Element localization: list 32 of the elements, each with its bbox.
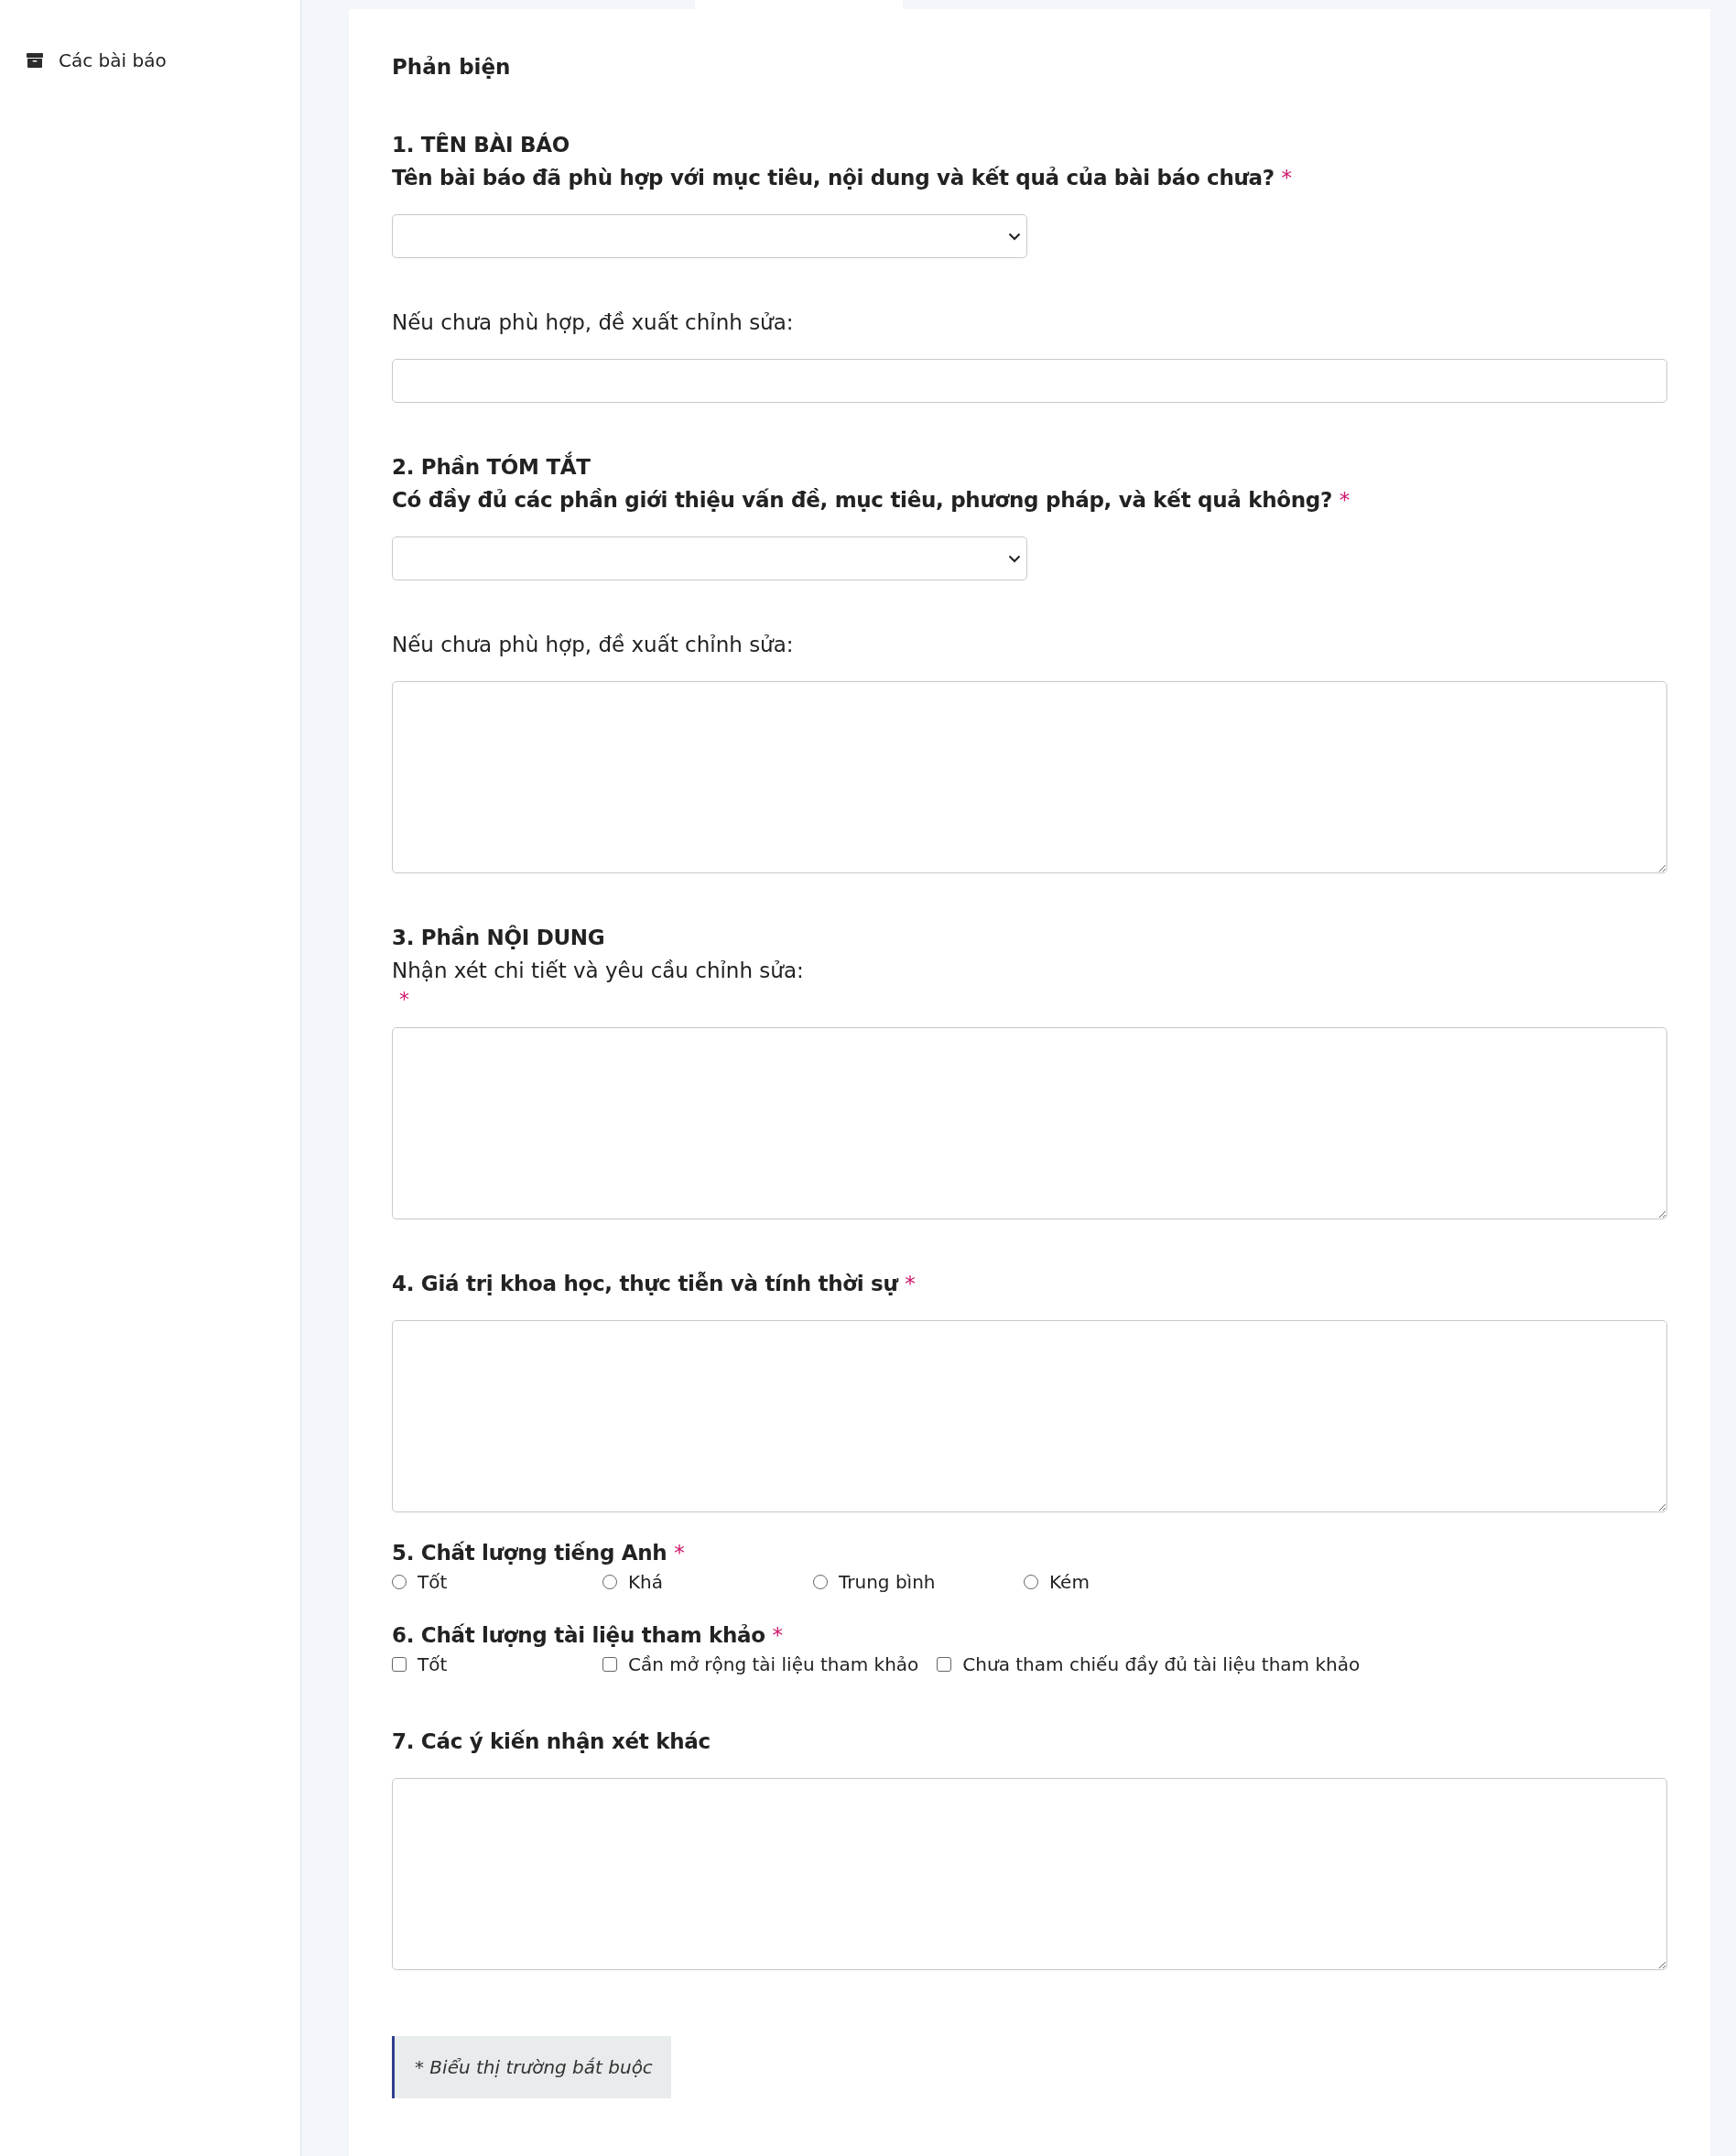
section-heading: 5. Chất lượng tiếng Anh * [392, 1540, 686, 1566]
section-heading: 3. Phần NỘI DUNG [392, 924, 606, 951]
radio-option[interactable]: Khá [602, 1569, 813, 1595]
radio-option[interactable]: Trung bình [813, 1569, 1024, 1595]
section-heading: 4. Giá trị khoa học, thực tiễn và tính thời sự * [392, 1271, 917, 1297]
section-heading: 6. Chất lượng tài liệu tham khảo * [392, 1622, 784, 1649]
archive-box-icon [27, 53, 43, 68]
checkbox-option[interactable]: Tốt [392, 1652, 602, 1677]
section-heading: 7. Các ý kiến nhận xét khác [392, 1728, 711, 1755]
checkbox-option[interactable]: Cần mở rộng tài liệu tham khảo [602, 1652, 938, 1677]
form-title: Phản biện [392, 54, 512, 81]
dropdown-field[interactable] [392, 214, 1027, 258]
text-field[interactable] [392, 359, 1667, 403]
dropdown-field[interactable] [392, 536, 1027, 580]
required-note: * Biểu thị trường bắt buộc [392, 2036, 671, 2098]
question-text: Có đầy đủ các phần giới thiệu vấn đề, mục tiêu, phương pháp, và kết quả không? * [392, 487, 1351, 514]
checkbox[interactable] [937, 1657, 952, 1672]
radio-option[interactable]: Kém [1024, 1569, 1234, 1595]
chevron-down-icon [1008, 233, 1021, 241]
field-label: Nếu chưa phù hợp, đề xuất chỉnh sửa: [392, 309, 795, 336]
checkbox-option[interactable]: Chưa tham chiếu đầy đủ tài liệu tham khảo [937, 1652, 1379, 1677]
sidebar-item[interactable]: Các bài báo [0, 49, 300, 71]
question-text: Tên bài báo đã phù hợp với mục tiêu, nội dung và kết quả của bài báo chưa? * [392, 165, 1293, 191]
required-mark: * [399, 987, 409, 1013]
checkbox[interactable] [392, 1657, 407, 1672]
radio-option[interactable]: Tốt [392, 1569, 602, 1595]
field-label: Nếu chưa phù hợp, đề xuất chỉnh sửa: [392, 632, 795, 658]
checkbox[interactable] [602, 1657, 617, 1672]
field-label: Nhận xét chi tiết và yêu cầu chỉnh sửa: [392, 958, 805, 984]
chevron-down-icon [1008, 555, 1021, 563]
section-heading: 2. Phần TÓM TẮT [392, 450, 1667, 483]
section-heading: 1. TÊN BÀI BÁO [392, 131, 570, 158]
